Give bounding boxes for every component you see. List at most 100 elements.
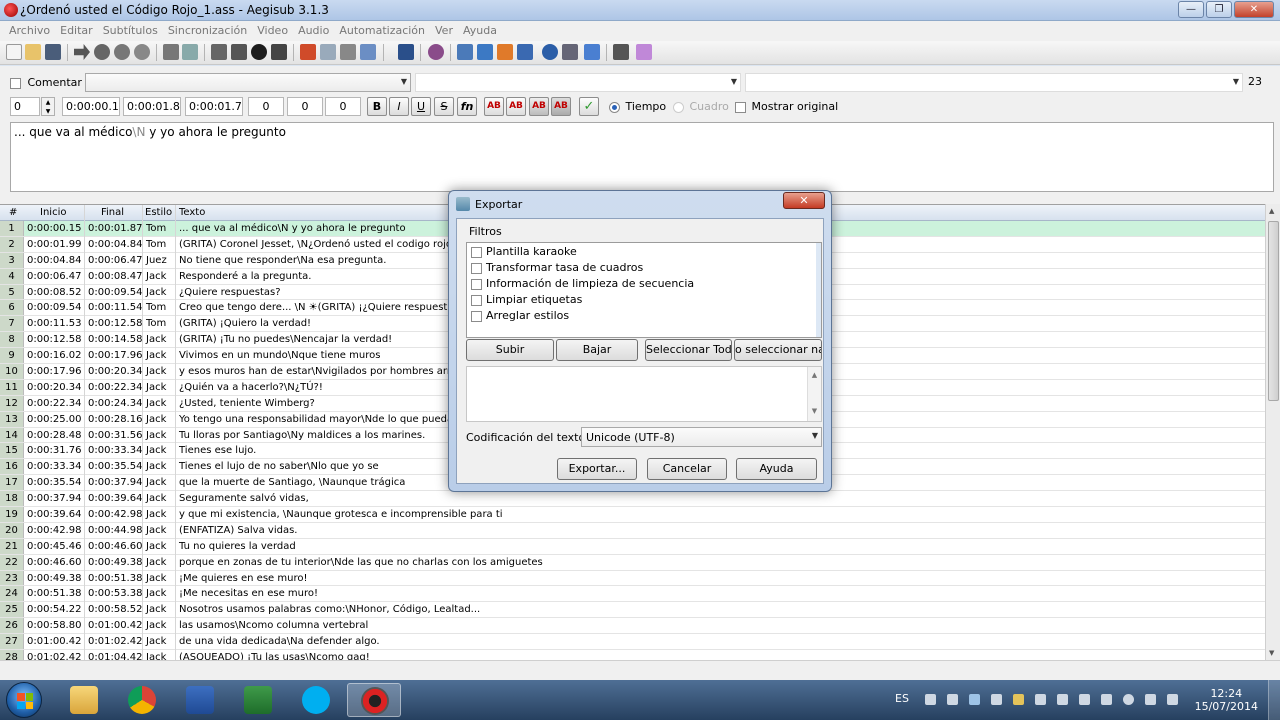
automation-icon[interactable] <box>398 44 414 60</box>
filter-clean-tags[interactable]: Limpiar etiquetas <box>471 293 582 309</box>
shift-times-icon[interactable] <box>360 44 376 60</box>
find-next-icon[interactable] <box>114 44 130 60</box>
show-original-row[interactable]: Mostrar original <box>735 100 838 113</box>
cancel-button[interactable]: Cancelar <box>647 458 727 480</box>
table-row[interactable]: 21 0:00:45.46 0:00:46.60 Jack Tu no quieres … <box>0 538 1265 555</box>
margin-vertical-input[interactable]: 0 <box>325 97 361 116</box>
volume-icon[interactable] <box>1167 694 1178 705</box>
language-indicator[interactable]: ES <box>895 692 909 705</box>
time-radio[interactable] <box>609 101 620 113</box>
scroll-down-icon[interactable]: ▼ <box>808 407 821 415</box>
attachments-icon[interactable] <box>163 44 179 60</box>
video-zoom-icon[interactable] <box>457 44 473 60</box>
move-down-button[interactable]: Bajar <box>556 339 638 361</box>
select-all-button[interactable]: Seleccionar Todo <box>645 339 732 361</box>
menu-automatizacion[interactable]: Automatización <box>334 21 430 41</box>
filter-framerate[interactable]: Transformar tasa de cuadros <box>471 261 643 277</box>
new-file-icon[interactable] <box>6 44 22 60</box>
resample-icon[interactable] <box>271 44 287 60</box>
taskbar-word[interactable] <box>173 683 227 717</box>
flag-icon[interactable] <box>1079 694 1090 705</box>
dialog-close-button[interactable]: ✕ <box>783 192 825 209</box>
scroll-up-icon[interactable]: ▲ <box>808 371 821 379</box>
table-row[interactable]: 22 0:00:46.60 0:00:49.38 Jack porque en zona… <box>0 554 1265 571</box>
filter-clean-info[interactable]: Información de limpieza de secuencia <box>471 277 694 293</box>
duration-input[interactable]: 0:00:01.72 <box>185 97 243 116</box>
table-row[interactable]: 20 0:00:42.98 0:00:44.98 Jack (ENFATIZA) Sal… <box>0 522 1265 539</box>
margin-left-input[interactable]: 0 <box>248 97 284 116</box>
layer-spinner[interactable]: ▲ ▼ <box>41 97 55 116</box>
lua-script-icon[interactable] <box>636 44 652 60</box>
tray-icon[interactable] <box>991 694 1002 705</box>
time-mode-radio[interactable]: Tiempo <box>609 100 666 113</box>
save-icon[interactable] <box>45 44 61 60</box>
style-dropdown[interactable]: ▼ <box>85 73 411 92</box>
tray-icon[interactable] <box>1101 694 1112 705</box>
col-start[interactable]: Inicio <box>40 207 66 218</box>
taskbar-excel[interactable] <box>231 683 285 717</box>
commit-button[interactable]: ✓ <box>579 97 599 116</box>
description-scrollbar[interactable]: ▲ ▼ <box>807 367 821 421</box>
close-button[interactable]: ✕ <box>1234 1 1274 18</box>
timing-postprocessor-icon[interactable] <box>300 44 316 60</box>
menu-sincronizacion[interactable]: Sincronización <box>163 21 252 41</box>
show-desktop-button[interactable] <box>1268 680 1280 720</box>
col-text[interactable]: Texto <box>179 207 205 218</box>
subtitle-text-editor[interactable]: ... que va al médico\N y yo ahora le pre… <box>10 122 1274 192</box>
comment-checkbox-row[interactable]: Comentar <box>10 76 82 89</box>
frame-mode-radio[interactable]: Cuadro <box>673 100 729 113</box>
end-time-input[interactable]: 0:00:01.87 <box>123 97 181 116</box>
tray-icon[interactable] <box>1013 694 1024 705</box>
help-button[interactable]: Ayuda <box>736 458 817 480</box>
menu-ver[interactable]: Ver <box>430 21 458 41</box>
snap-icon[interactable] <box>497 44 513 60</box>
layer-input[interactable]: 0 <box>10 97 40 116</box>
styles-manager-icon[interactable] <box>231 44 247 60</box>
filter-karaoke-template[interactable]: Plantilla karaoke <box>471 245 577 261</box>
menu-audio[interactable]: Audio <box>293 21 334 41</box>
effect-dropdown[interactable]: ▼ <box>745 73 1243 92</box>
tray-icon[interactable] <box>969 694 980 705</box>
underline-button[interactable]: U <box>411 97 431 116</box>
translation-icon[interactable] <box>251 44 267 60</box>
start-button[interactable] <box>6 682 42 718</box>
comment-checkbox[interactable] <box>10 77 21 89</box>
bold-button[interactable]: B <box>367 97 387 116</box>
properties-icon[interactable] <box>211 44 227 60</box>
font-button[interactable]: fn <box>457 97 477 116</box>
col-number[interactable]: # <box>9 207 17 218</box>
scroll-up-icon[interactable]: ▲ <box>1269 207 1274 215</box>
filters-list[interactable]: Plantilla karaoke Transformar tasa de cu… <box>466 242 822 338</box>
minimize-button[interactable]: — <box>1178 1 1204 18</box>
find-icon[interactable] <box>94 44 110 60</box>
menu-editar[interactable]: Editar <box>55 21 98 41</box>
tray-icon[interactable] <box>1057 694 1068 705</box>
grid-scrollbar[interactable]: ▲ ▼ <box>1265 204 1280 660</box>
spell-check-icon[interactable] <box>428 44 444 60</box>
tray-icon[interactable] <box>1123 694 1134 705</box>
filter-checkbox[interactable] <box>471 278 482 290</box>
kanji-timer-icon[interactable] <box>320 44 336 60</box>
table-row[interactable]: 18 0:00:37.94 0:00:39.64 Jack Seguramente sa… <box>0 491 1265 508</box>
margin-right-input[interactable]: 0 <box>287 97 323 116</box>
tray-icon[interactable] <box>925 694 936 705</box>
shadow-color-button[interactable]: AB <box>551 97 571 116</box>
secondary-color-button[interactable]: AB <box>506 97 526 116</box>
table-row[interactable]: 27 0:01:00.42 0:01:02.42 Jack de una vida d… <box>0 634 1265 651</box>
col-style[interactable]: Estilo <box>145 207 172 218</box>
filter-fix-styles[interactable]: Arreglar estilos <box>471 309 569 325</box>
export-button[interactable]: Exportar... <box>557 458 637 480</box>
italic-button[interactable]: I <box>389 97 409 116</box>
replace-icon[interactable] <box>134 44 150 60</box>
actor-dropdown[interactable]: ▼ <box>415 73 741 92</box>
frame-radio[interactable] <box>673 101 684 113</box>
open-file-icon[interactable] <box>25 44 41 60</box>
jump-to-icon[interactable] <box>74 44 90 60</box>
filter-checkbox[interactable] <box>471 262 482 274</box>
table-row[interactable]: 25 0:00:54.22 0:00:58.52 Jack Nosotros usamo… <box>0 602 1265 619</box>
filter-checkbox[interactable] <box>471 246 482 258</box>
taskbar-skype[interactable] <box>289 683 343 717</box>
check-icon[interactable] <box>584 44 600 60</box>
move-up-button[interactable]: Subir <box>466 339 554 361</box>
menu-archivo[interactable]: Archivo <box>4 21 55 41</box>
